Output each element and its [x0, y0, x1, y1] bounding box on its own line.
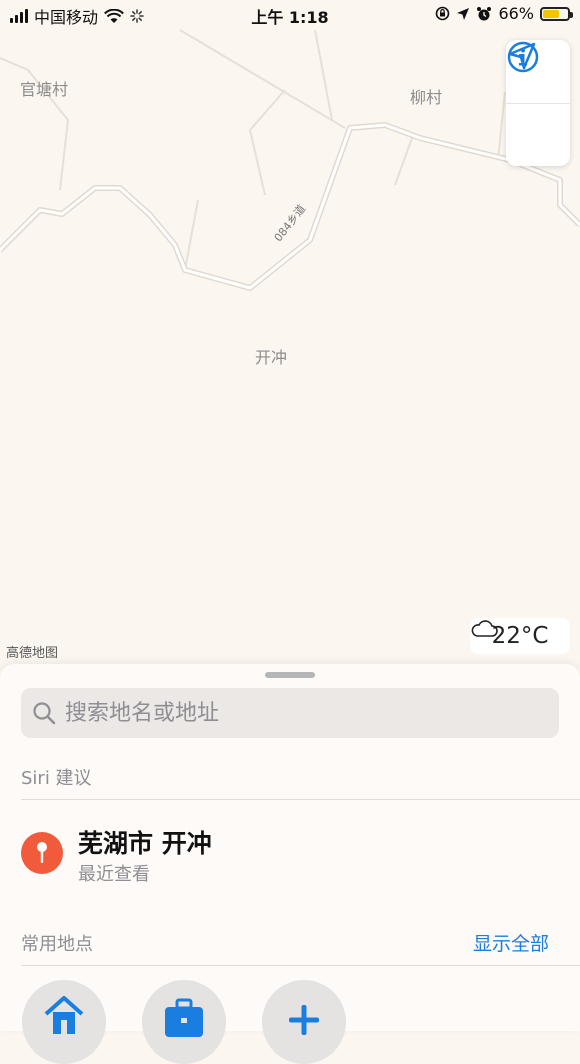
divider: [21, 965, 580, 966]
battery-icon: [540, 6, 573, 21]
map-attribution: 高德地图: [6, 646, 59, 661]
show-all-link[interactable]: 显示全部: [473, 929, 549, 956]
pin-icon: [21, 832, 63, 874]
search-bar[interactable]: [21, 688, 559, 738]
suggestion-row[interactable]: 芜湖市 开冲 最近查看: [0, 816, 580, 888]
favorite-home-button[interactable]: [22, 980, 106, 1064]
cloud-icon: [471, 620, 498, 637]
map-view[interactable]: 官塘村 柳村 开冲 084乡道 高德地图 22°C: [0, 0, 580, 680]
orientation-lock-icon: [436, 6, 450, 21]
favorites-title: 常用地点: [21, 934, 93, 955]
map-controls: [506, 40, 570, 166]
briefcase-icon: [165, 998, 203, 1037]
status-bar: 中国移动 上午 1:18 66%: [0, 0, 580, 30]
suggestion-subtitle: 最近查看: [78, 864, 150, 885]
map-label-kaichong: 开冲: [255, 348, 288, 367]
sheet-grabber[interactable]: [265, 672, 315, 678]
location-arrow-icon: [457, 7, 470, 20]
search-sheet: Siri 建议 芜湖市 开冲 最近查看 常用地点 显示全部: [0, 664, 580, 1064]
home-icon: [44, 996, 84, 1034]
siri-suggestions-title: Siri 建议: [21, 768, 92, 789]
search-icon: [33, 702, 56, 725]
favorite-work-button[interactable]: [142, 980, 226, 1064]
battery-percent: 66%: [498, 4, 534, 23]
plus-icon: [289, 1005, 319, 1035]
search-input[interactable]: [63, 699, 537, 727]
weather-badge: 22°C: [470, 618, 570, 654]
alarm-icon: [477, 6, 492, 20]
map-label-guantang: 官塘村: [20, 80, 69, 99]
map-roads: [0, 29, 580, 291]
locate-me-button[interactable]: [506, 42, 570, 167]
weather-temperature: 22°C: [491, 623, 549, 649]
suggestion-title: 芜湖市 开冲: [78, 829, 212, 858]
add-favorite-button[interactable]: [262, 980, 346, 1064]
map-label-liucun: 柳村: [410, 88, 443, 107]
divider: [21, 799, 580, 800]
location-arrow-icon: [508, 42, 536, 70]
